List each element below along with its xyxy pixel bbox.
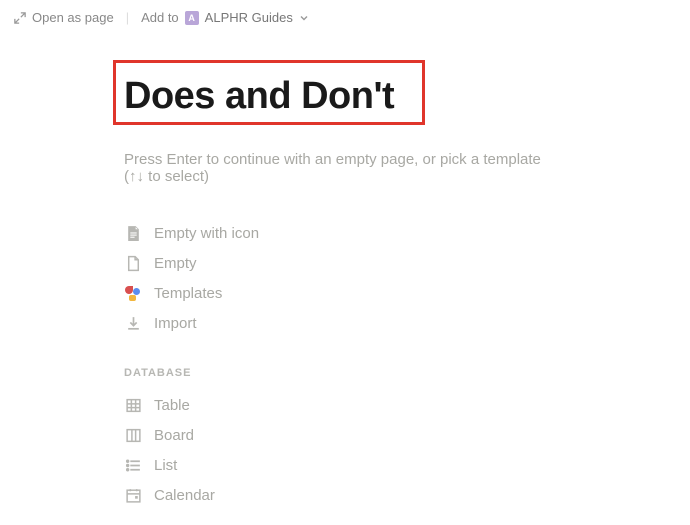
database-option-calendar[interactable]: Calendar <box>124 481 560 511</box>
topbar-divider: | <box>126 10 129 25</box>
database-option-board[interactable]: Board <box>124 421 560 451</box>
database-option-list[interactable]: List <box>124 451 560 481</box>
page-with-icon-icon <box>124 225 142 243</box>
title-area[interactable]: Does and Don't <box>124 75 394 119</box>
option-empty-with-icon[interactable]: Empty with icon <box>124 219 560 249</box>
page-icon <box>124 255 142 273</box>
option-label: Calendar <box>154 487 215 504</box>
option-label: Import <box>154 315 197 332</box>
option-label: Empty <box>154 255 197 272</box>
template-hint: Press Enter to continue with an empty pa… <box>124 151 560 185</box>
option-label: List <box>154 457 177 474</box>
option-label: Table <box>154 397 190 414</box>
chevron-down-icon <box>299 13 309 23</box>
option-label: Board <box>154 427 194 444</box>
table-icon <box>124 397 142 415</box>
topbar: Open as page | Add to A ALPHR Guides <box>0 0 690 35</box>
expand-icon <box>14 12 26 24</box>
board-icon <box>124 427 142 445</box>
import-icon <box>124 315 142 333</box>
workspace-badge-icon: A <box>185 11 199 25</box>
add-to-label: Add to <box>141 10 179 25</box>
page-options: Empty with icon Empty Templates <box>124 219 560 339</box>
open-as-page-label: Open as page <box>32 10 114 25</box>
option-templates[interactable]: Templates <box>124 279 560 309</box>
option-label: Templates <box>154 285 222 302</box>
open-as-page-button[interactable]: Open as page <box>14 10 114 25</box>
option-label: Empty with icon <box>154 225 259 242</box>
database-options: Table Board List <box>124 391 560 511</box>
add-to-dropdown[interactable]: Add to A ALPHR Guides <box>141 10 309 25</box>
option-import[interactable]: Import <box>124 309 560 339</box>
page-content: Does and Don't Press Enter to continue w… <box>0 35 560 511</box>
option-empty[interactable]: Empty <box>124 249 560 279</box>
list-icon <box>124 457 142 475</box>
workspace-name: ALPHR Guides <box>205 10 293 25</box>
templates-icon <box>124 285 142 303</box>
database-section-label: DATABASE <box>124 367 560 379</box>
calendar-icon <box>124 487 142 505</box>
page-title[interactable]: Does and Don't <box>124 75 394 119</box>
database-option-table[interactable]: Table <box>124 391 560 421</box>
